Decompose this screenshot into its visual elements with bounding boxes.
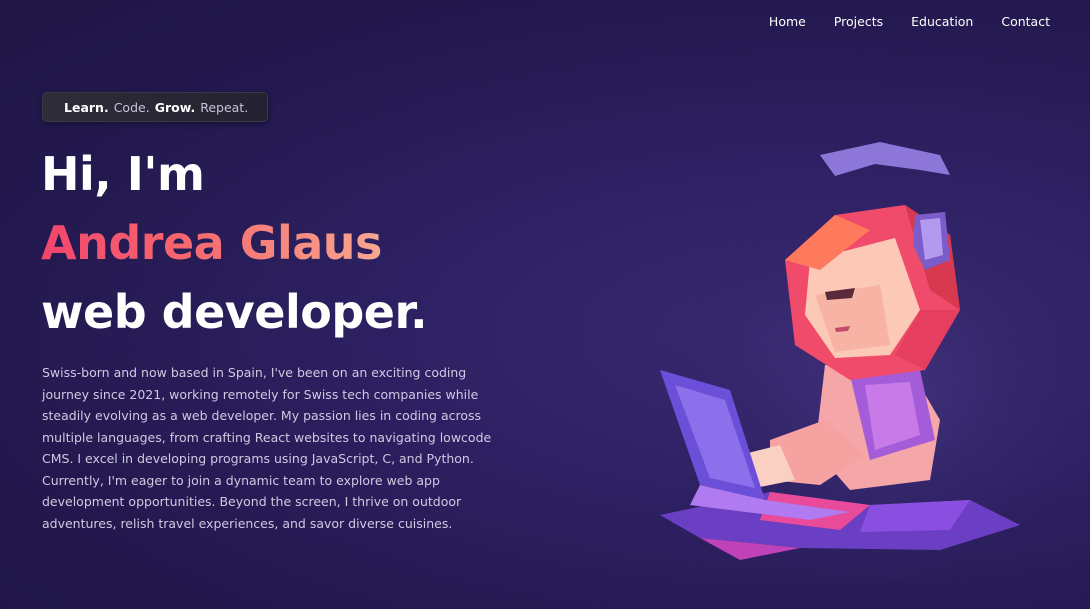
nav-home-link[interactable]: Home [769, 14, 806, 30]
tagline-badge: Learn. Code. Grow. Repeat. [42, 92, 268, 122]
tagline-grow: Grow. [154, 99, 196, 115]
tagline-repeat: Repeat. [200, 99, 249, 115]
nav-contact-link[interactable]: Contact [1001, 14, 1050, 30]
hero-role: web developer. [41, 285, 428, 339]
tagline-code: Code. [113, 99, 150, 115]
hero-name: Andrea Glaus [41, 216, 382, 270]
hero-bio: Swiss-born and now based in Spain, I've … [42, 365, 492, 531]
hero-greeting: Hi, I'm [41, 147, 205, 201]
nav-education-link[interactable]: Education [911, 14, 973, 30]
tagline-learn: Learn. [64, 99, 109, 115]
nav-projects-link[interactable]: Projects [834, 14, 883, 30]
developer-illustration [650, 142, 1060, 580]
main-nav: Home Projects Education Contact [769, 14, 1050, 30]
